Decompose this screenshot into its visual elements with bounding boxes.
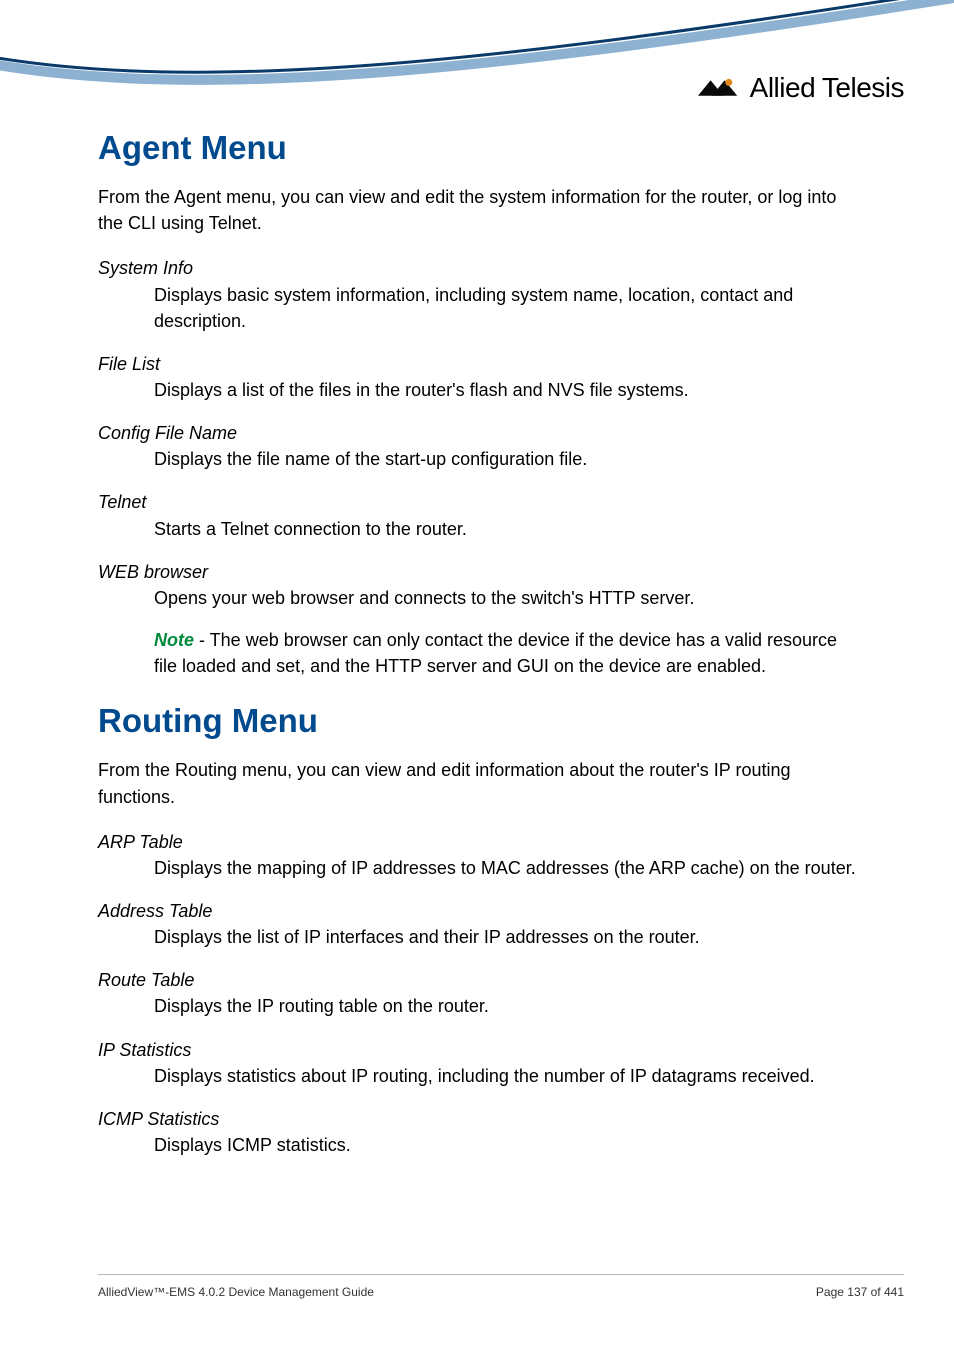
item-arp-table: ARP Table Displays the mapping of IP add… [98, 830, 858, 881]
page-content: Agent Menu From the Agent menu, you can … [98, 130, 858, 1176]
item-label: ARP Table [98, 830, 858, 855]
footer-right: Page 137 of 441 [816, 1285, 904, 1299]
intro-routing-menu: From the Routing menu, you can view and … [98, 757, 858, 809]
intro-agent-menu: From the Agent menu, you can view and ed… [98, 184, 858, 236]
item-label: System Info [98, 256, 858, 281]
footer-rule [98, 1274, 904, 1275]
item-label: WEB browser [98, 560, 858, 585]
item-body: Displays basic system information, inclu… [154, 282, 858, 334]
item-body: Displays ICMP statistics. [154, 1132, 858, 1158]
item-route-table: Route Table Displays the IP routing tabl… [98, 968, 858, 1019]
item-label: IP Statistics [98, 1038, 858, 1063]
item-body: Starts a Telnet connection to the router… [154, 516, 858, 542]
item-web-browser: WEB browser Opens your web browser and c… [98, 560, 858, 679]
item-label: Route Table [98, 968, 858, 993]
item-label: Telnet [98, 490, 858, 515]
item-icmp-statistics: ICMP Statistics Displays ICMP statistics… [98, 1107, 858, 1158]
item-note: Note - The web browser can only contact … [154, 627, 858, 679]
item-body: Displays statistics about IP routing, in… [154, 1063, 858, 1089]
item-label: File List [98, 352, 858, 377]
item-address-table: Address Table Displays the list of IP in… [98, 899, 858, 950]
note-text: - The web browser can only contact the d… [154, 630, 837, 676]
brand: Allied Telesis [698, 72, 904, 104]
item-body: Displays the mapping of IP addresses to … [154, 855, 858, 881]
allied-telesis-logo-icon [698, 77, 740, 99]
item-system-info: System Info Displays basic system inform… [98, 256, 858, 333]
note-keyword: Note [154, 630, 194, 650]
brand-text: Allied Telesis [750, 72, 904, 104]
page-footer: AlliedView™-EMS 4.0.2 Device Management … [98, 1274, 904, 1299]
item-body: Opens your web browser and connects to t… [154, 585, 858, 611]
item-label: Config File Name [98, 421, 858, 446]
item-ip-statistics: IP Statistics Displays statistics about … [98, 1038, 858, 1089]
item-body: Displays the file name of the start-up c… [154, 446, 858, 472]
item-label: ICMP Statistics [98, 1107, 858, 1132]
heading-agent-menu: Agent Menu [98, 130, 858, 166]
item-body: Displays the list of IP interfaces and t… [154, 924, 858, 950]
item-label: Address Table [98, 899, 858, 924]
heading-routing-menu: Routing Menu [98, 703, 858, 739]
item-body: Displays the IP routing table on the rou… [154, 993, 858, 1019]
item-telnet: Telnet Starts a Telnet connection to the… [98, 490, 858, 541]
item-body: Displays a list of the files in the rout… [154, 377, 858, 403]
item-file-list: File List Displays a list of the files i… [98, 352, 858, 403]
footer-left: AlliedView™-EMS 4.0.2 Device Management … [98, 1285, 374, 1299]
item-config-file-name: Config File Name Displays the file name … [98, 421, 858, 472]
